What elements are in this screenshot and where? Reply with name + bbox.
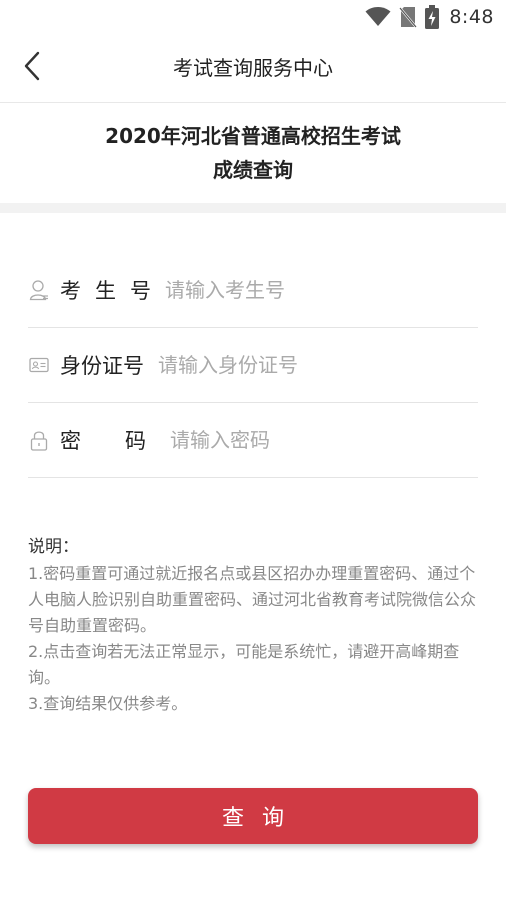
password-row: 密码 [28, 403, 478, 478]
exam-header: 2020年河北省普通高校招生考试 成绩查询 [0, 103, 506, 203]
battery-charging-icon [425, 5, 440, 29]
exam-title: 2020年河北省普通高校招生考试 [105, 124, 401, 148]
status-time: 8:48 [449, 6, 494, 28]
query-button[interactable]: 查询 [28, 788, 478, 844]
id-number-row: 身份证号 [28, 328, 478, 403]
chevron-left-icon [23, 51, 41, 85]
candidate-number-label: 考生号 [60, 279, 165, 303]
id-number-label: 身份证号 [60, 354, 144, 378]
instruction-item: 1.密码重置可通过就近报名点或县区招办办理重置密码、通过个人电脑人脸识别自助重置… [28, 564, 477, 635]
instruction-item: 2.点击查询若无法正常显示，可能是系统忙，请避开高峰期查询。 [28, 642, 460, 687]
candidate-number-row: 考生号 [28, 253, 478, 328]
back-button[interactable] [14, 50, 50, 86]
login-form: 考生号 身份证号 密码 [28, 253, 478, 478]
id-number-input[interactable] [158, 345, 478, 385]
nav-bar: 考试查询服务中心 [0, 34, 506, 103]
candidate-number-input[interactable] [165, 270, 478, 310]
section-divider [0, 203, 506, 213]
password-input[interactable] [170, 420, 478, 460]
user-icon [28, 279, 50, 301]
instruction-item: 3.查询结果仅供参考。 [28, 694, 188, 713]
status-bar: 8:48 [0, 0, 506, 34]
id-card-icon [28, 354, 50, 376]
page-title: 考试查询服务中心 [173, 56, 333, 80]
instructions: 说明： 1.密码重置可通过就近报名点或县区招办办理重置密码、通过个人电脑人脸识别… [28, 534, 480, 717]
lock-icon [28, 429, 50, 451]
wifi-icon [365, 7, 391, 27]
instructions-title: 说明： [28, 537, 79, 557]
exam-subtitle: 成绩查询 [213, 158, 293, 182]
status-icons: 8:48 [365, 5, 494, 29]
no-sim-icon [399, 6, 418, 28]
